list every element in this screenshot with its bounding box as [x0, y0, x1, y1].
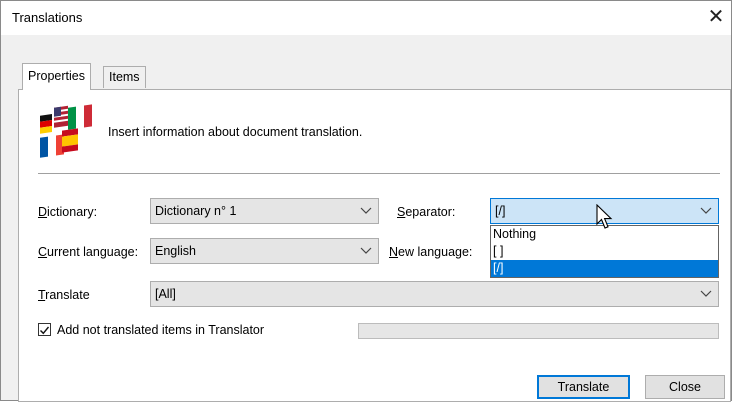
chevron-down-icon [700, 290, 712, 297]
flags-icon [40, 104, 92, 158]
label-accel: N [389, 245, 399, 259]
tab-label: Items [109, 70, 140, 84]
divider [38, 173, 720, 174]
label-accel: D [38, 205, 48, 219]
translate-label: Translate [38, 288, 90, 302]
chevron-down-icon [700, 207, 712, 214]
new-language-label: New language: [389, 245, 472, 259]
current-language-select[interactable]: English [150, 238, 379, 264]
chevron-down-icon [360, 247, 372, 254]
separator-label: Separator: [397, 205, 455, 219]
add-untranslated-label: Add not translated items in Translator [57, 323, 265, 337]
separator-dropdown-list: Nothing [ ] [/] [490, 225, 719, 278]
label-text: ictionary: [47, 205, 98, 219]
label-text: urrent language: [47, 245, 139, 259]
select-value: [All] [155, 287, 176, 301]
info-text: Insert information about document transl… [108, 125, 363, 139]
dictionary-label: Dictionary: [38, 205, 97, 219]
chevron-down-icon [360, 207, 372, 214]
close-button[interactable]: Close [645, 375, 725, 399]
checkmark-icon [40, 326, 50, 335]
select-value: [/] [495, 204, 506, 218]
progress-bar [358, 323, 719, 339]
dropdown-option-brackets[interactable]: [ ] [491, 243, 718, 260]
label-text: eparator: [405, 205, 456, 219]
tab-items[interactable]: Items [103, 66, 146, 88]
tab-properties[interactable]: Properties [22, 63, 91, 90]
mouse-cursor-icon [596, 204, 613, 229]
translate-button[interactable]: Translate [537, 375, 630, 399]
add-untranslated-checkbox[interactable] [38, 323, 51, 336]
title-bar: Translations ✕ [1, 1, 731, 35]
label-accel: C [38, 245, 48, 259]
window-title: Translations [12, 10, 83, 25]
select-value: English [155, 244, 196, 258]
tab-label: Properties [28, 69, 85, 83]
label-text: ew language: [398, 245, 473, 259]
translations-dialog: Translations ✕ Properties Items Insert i… [0, 0, 732, 402]
close-icon[interactable]: ✕ [701, 2, 731, 32]
label-text: ranslate [45, 288, 90, 302]
select-value: Dictionary n° 1 [155, 204, 237, 218]
current-language-label: Current language: [38, 245, 138, 259]
dropdown-option-slash[interactable]: [/] [491, 260, 718, 277]
translate-select[interactable]: [All] [150, 281, 719, 307]
dictionary-select[interactable]: Dictionary n° 1 [150, 198, 379, 224]
